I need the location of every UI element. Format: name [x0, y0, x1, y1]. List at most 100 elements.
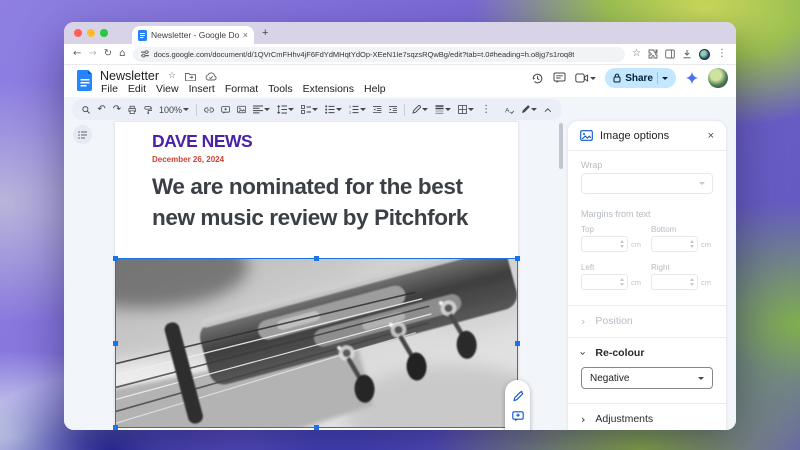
zoom-control[interactable]: 100% [159, 105, 189, 115]
panel-close-icon[interactable]: × [708, 130, 714, 142]
pen-tools-control[interactable] [412, 105, 428, 114]
newsletter-heading: We are nominated for the best new music … [152, 171, 477, 233]
edit-image-icon[interactable] [512, 390, 524, 402]
side-panel-icon[interactable] [665, 49, 675, 59]
share-label: Share [625, 73, 653, 84]
selection-handle-bottom-center[interactable] [314, 425, 319, 430]
document-outline-button[interactable] [73, 125, 92, 144]
wrap-dropdown[interactable] [581, 173, 713, 194]
hide-menus-icon[interactable] [544, 107, 552, 113]
menu-tools[interactable]: Tools [263, 83, 298, 96]
recolour-select[interactable]: Negative [581, 367, 713, 389]
print-icon[interactable] [128, 105, 136, 115]
selection-handle-middle-right[interactable] [515, 341, 520, 346]
margin-bottom-field[interactable] [651, 236, 698, 252]
cloud-status-icon[interactable] [205, 72, 217, 81]
menu-format[interactable]: Format [220, 83, 263, 96]
selection-handle-top-right[interactable] [515, 256, 520, 261]
position-section[interactable]: › Position [581, 315, 713, 327]
increase-indent-icon[interactable] [389, 105, 397, 114]
traffic-close-button[interactable] [74, 29, 82, 37]
menu-extensions[interactable]: Extensions [298, 83, 359, 96]
document-scrollbar[interactable] [559, 123, 563, 169]
inline-image-guitar[interactable] [115, 258, 518, 428]
back-icon[interactable]: ← [73, 49, 81, 59]
margin-left-label: Left [581, 263, 594, 272]
add-comment-image-icon[interactable] [512, 411, 524, 422]
menu-help[interactable]: Help [359, 83, 391, 96]
download-icon[interactable] [682, 49, 692, 59]
video-call-icon [575, 73, 589, 83]
toolbar-divider [404, 104, 405, 116]
margin-top-label: Top [581, 225, 594, 234]
lock-icon [613, 73, 621, 83]
bookmark-star-icon[interactable]: ☆ [632, 49, 641, 59]
menu-view[interactable]: View [151, 83, 184, 96]
version-history-icon[interactable] [531, 72, 544, 85]
table-options-control[interactable] [458, 105, 474, 114]
document-page[interactable]: DAVE NEWS December 26, 2024 We are nomin… [115, 122, 518, 430]
tab-close-icon[interactable]: × [243, 31, 248, 40]
editing-mode-control[interactable] [521, 105, 537, 114]
insert-image-icon[interactable] [237, 105, 246, 114]
extensions-icon[interactable] [648, 49, 658, 59]
reload-icon[interactable]: ↻ [104, 49, 112, 59]
chrome-menu-icon[interactable]: ⋮ [717, 49, 727, 59]
selection-handle-top-left[interactable] [113, 256, 118, 261]
home-icon[interactable]: ⌂ [119, 49, 125, 59]
address-bar[interactable]: docs.google.com/document/d/1QVrCmFHhv4jF… [133, 47, 626, 62]
search-menus-icon[interactable] [82, 105, 90, 115]
recolour-value: Negative [590, 373, 698, 384]
decrease-indent-icon[interactable] [373, 105, 381, 114]
traffic-minimize-button[interactable] [87, 29, 95, 37]
share-caret-icon[interactable] [662, 77, 668, 80]
meet-call-control[interactable] [575, 73, 596, 83]
insert-link-icon[interactable] [204, 106, 214, 114]
gemini-sparkle-icon[interactable] [685, 71, 699, 85]
browser-tab[interactable]: Newsletter - Google Docs × [132, 26, 254, 44]
document-title[interactable]: Newsletter [100, 69, 159, 83]
spell-check-icon[interactable]: A [505, 105, 514, 115]
menu-file[interactable]: File [96, 83, 123, 96]
line-spacing-control[interactable] [277, 105, 294, 114]
svg-text:1: 1 [349, 105, 351, 109]
bulleted-list-control[interactable] [325, 105, 342, 114]
docs-logo[interactable] [77, 70, 93, 91]
toolbar-overflow-icon[interactable]: ⋮ [481, 105, 491, 115]
new-tab-button[interactable]: + [262, 27, 268, 39]
recolour-section[interactable]: › Re-colour [581, 347, 713, 359]
star-document-icon[interactable]: ☆ [168, 71, 176, 81]
traffic-zoom-button[interactable] [100, 29, 108, 37]
tab-strip: Newsletter - Google Docs × + [64, 22, 736, 44]
checklist-control[interactable] [301, 105, 318, 114]
margin-bottom-label: Bottom [651, 225, 676, 234]
move-folder-icon[interactable] [185, 72, 196, 81]
selection-handle-bottom-left[interactable] [113, 425, 118, 430]
profile-avatar[interactable] [699, 49, 710, 60]
menu-insert[interactable]: Insert [184, 83, 220, 96]
margin-top-field[interactable] [581, 236, 628, 252]
share-button[interactable]: Share [605, 68, 676, 88]
docs-profile-avatar[interactable] [708, 68, 728, 88]
selection-handle-middle-left[interactable] [113, 341, 118, 346]
svg-text:A: A [505, 107, 510, 114]
margin-right-field[interactable] [651, 274, 698, 290]
menu-edit[interactable]: Edit [123, 83, 151, 96]
toolbar-divider [196, 104, 197, 116]
selection-handle-top-center[interactable] [314, 256, 319, 261]
undo-icon[interactable]: ↶ [97, 105, 105, 115]
comment-history-icon[interactable] [553, 72, 566, 84]
forward-icon[interactable]: → [88, 49, 96, 59]
numbered-list-control[interactable]: 12 [349, 105, 366, 114]
paint-format-icon[interactable] [144, 105, 152, 115]
site-settings-icon[interactable] [141, 50, 149, 58]
adjustments-section[interactable]: › Adjustments [581, 413, 713, 425]
border-options-control[interactable] [435, 105, 451, 114]
align-control[interactable] [253, 105, 270, 114]
margin-bottom-unit: cm [701, 240, 711, 249]
redo-icon[interactable]: ↷ [113, 105, 121, 115]
outline-icon [78, 131, 88, 139]
add-comment-icon[interactable] [221, 105, 230, 115]
margin-right-unit: cm [701, 278, 711, 287]
margin-left-field[interactable] [581, 274, 628, 290]
